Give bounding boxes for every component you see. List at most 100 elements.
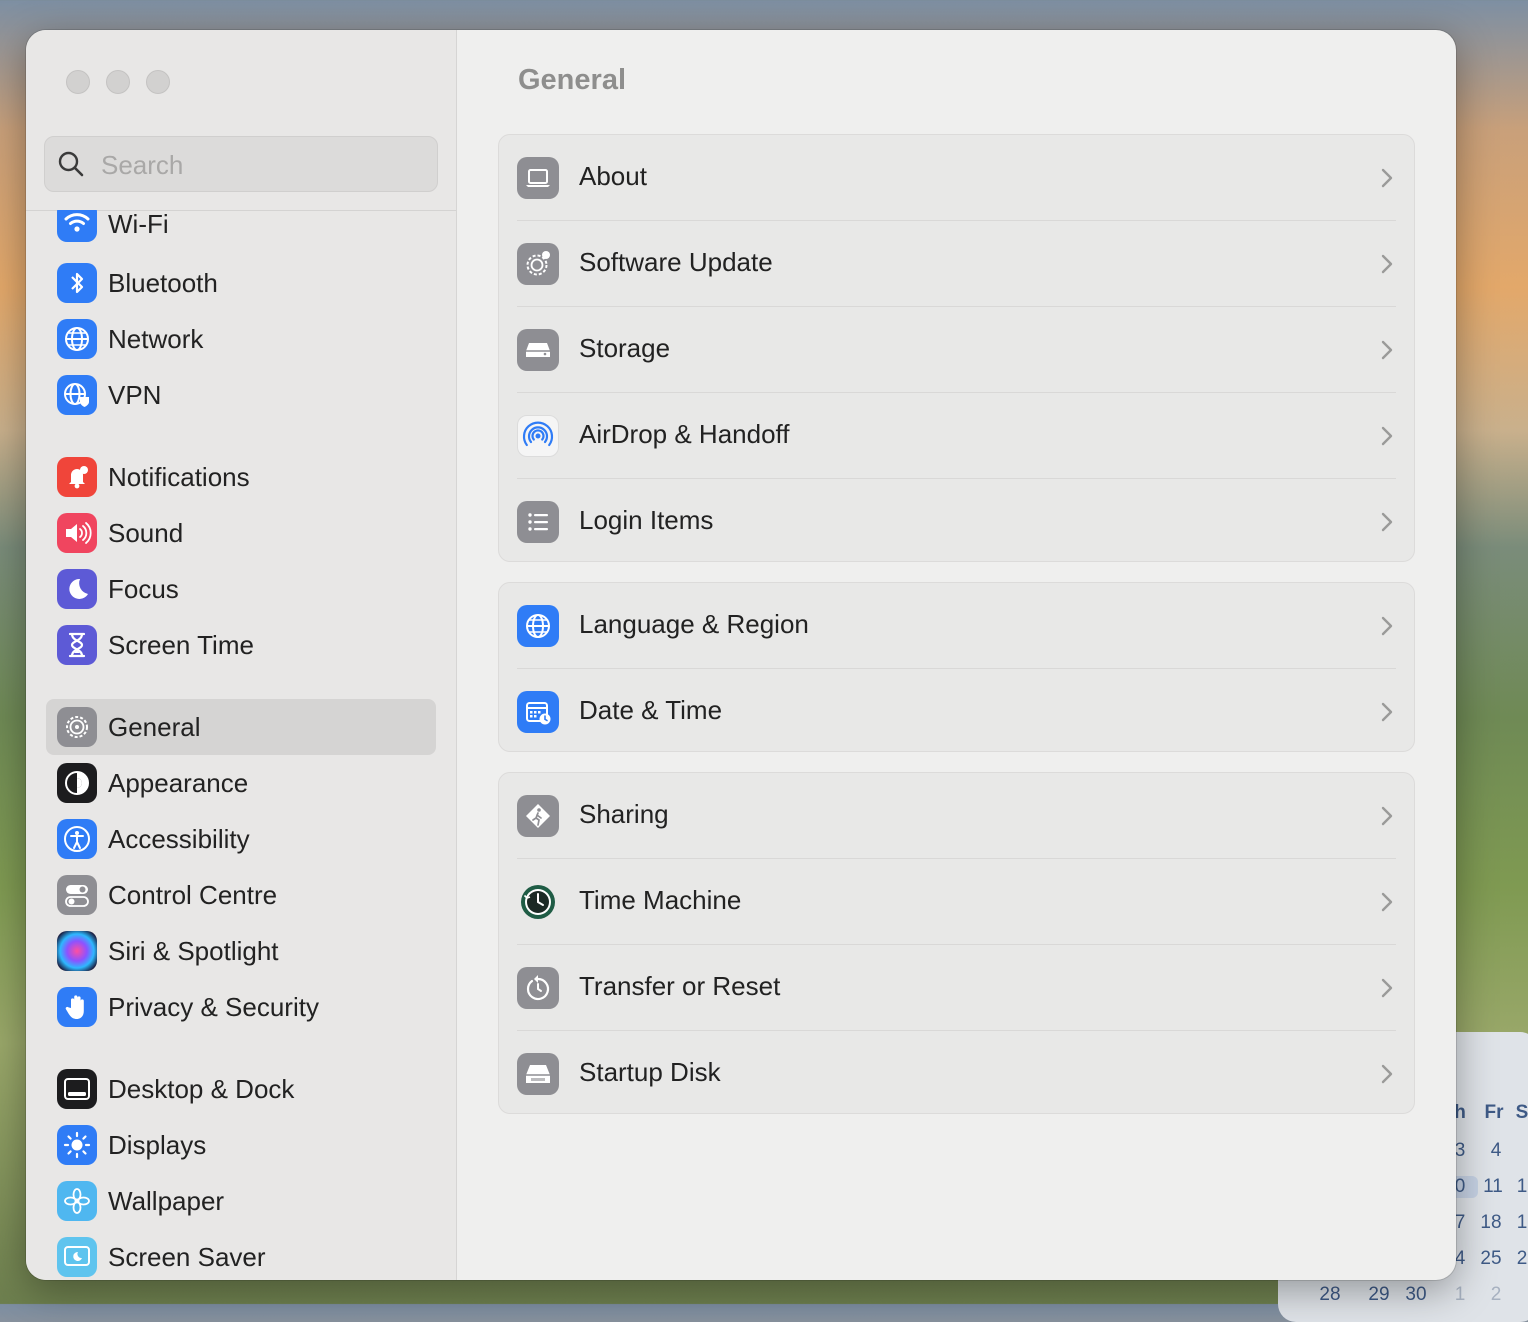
calendar-date: 2 — [1490, 1284, 1502, 1305]
minimize-button[interactable] — [106, 70, 130, 94]
sidebar-item-label: Privacy & Security — [108, 991, 319, 1022]
zoom-button[interactable] — [146, 70, 170, 94]
row-airdrop-handoff[interactable]: AirDrop & Handoff — [499, 393, 1414, 479]
sidebar-item-network[interactable]: Network — [46, 311, 436, 367]
chevron-right-icon — [1381, 254, 1393, 274]
hand-icon — [57, 987, 97, 1027]
row-transfer-reset[interactable]: Transfer or Reset — [499, 945, 1414, 1031]
sidebar: Wi-Fi Bluetooth Network VP — [26, 30, 457, 1280]
sidebar-item-label: Control Centre — [108, 879, 278, 910]
main-pane: General About Software Update Storage Ai… — [457, 30, 1456, 1280]
sidebar-item-notifications[interactable]: Notifications — [46, 449, 436, 505]
sun-icon — [57, 1125, 97, 1165]
row-startup-disk[interactable]: Startup Disk — [499, 1031, 1414, 1117]
globe-icon — [57, 319, 97, 359]
sidebar-item-label: Notifications — [108, 461, 250, 492]
flower-icon — [57, 1181, 97, 1221]
calendar-date: 1 — [1454, 1284, 1466, 1305]
gear-icon — [57, 707, 97, 747]
sidebar-item-vpn[interactable]: VPN — [46, 367, 436, 423]
close-button[interactable] — [66, 70, 90, 94]
row-label: About — [579, 161, 647, 191]
row-label: Storage — [579, 333, 671, 363]
sidebar-item-general[interactable]: General — [46, 699, 436, 755]
row-sharing[interactable]: Sharing — [499, 773, 1414, 859]
gear-badge-icon — [517, 243, 559, 285]
sidebar-item-screen-time[interactable]: Screen Time — [46, 617, 436, 673]
appearance-icon — [57, 763, 97, 803]
row-time-machine[interactable]: Time Machine — [499, 859, 1414, 945]
row-label: Language & Region — [579, 609, 809, 639]
sidebar-item-label: Desktop & Dock — [108, 1073, 295, 1104]
airdrop-icon — [517, 415, 559, 457]
settings-group-sharing-backup: Sharing Time Machine Transfer or Reset S… — [498, 772, 1415, 1114]
calendar-date: 1 — [1516, 1212, 1528, 1233]
row-label: Date & Time — [579, 695, 723, 725]
system-settings-window: Wi-Fi Bluetooth Network VP — [26, 30, 1456, 1280]
drive-icon — [517, 329, 559, 371]
chevron-right-icon — [1381, 892, 1393, 912]
sidebar-list[interactable]: Wi-Fi Bluetooth Network VPN Notification… — [26, 210, 456, 1280]
sidebar-item-bluetooth[interactable]: Bluetooth — [46, 255, 436, 311]
row-label: AirDrop & Handoff — [579, 419, 790, 449]
sidebar-item-label: Sound — [108, 517, 184, 548]
sidebar-item-label: Network — [108, 323, 204, 354]
calendar-date: 29 — [1368, 1284, 1390, 1305]
search-field[interactable] — [44, 136, 438, 192]
sidebar-item-siri-spotlight[interactable]: Siri & Spotlight — [46, 923, 436, 979]
sidebar-item-sound[interactable]: Sound — [46, 505, 436, 561]
siri-icon — [57, 931, 97, 971]
row-login-items[interactable]: Login Items — [499, 479, 1414, 565]
chevron-right-icon — [1381, 616, 1393, 636]
reset-icon — [517, 967, 559, 1009]
sidebar-item-label: VPN — [108, 379, 162, 410]
sidebar-item-wallpaper[interactable]: Wallpaper — [46, 1173, 436, 1229]
row-date-time[interactable]: Date & Time — [499, 669, 1414, 755]
hourglass-icon — [57, 625, 97, 665]
settings-group-system: About Software Update Storage AirDrop & … — [498, 134, 1415, 562]
row-storage[interactable]: Storage — [499, 307, 1414, 393]
search-input[interactable] — [99, 145, 423, 185]
chevron-right-icon — [1381, 512, 1393, 532]
row-about[interactable]: About — [499, 135, 1414, 221]
chevron-right-icon — [1381, 806, 1393, 826]
sidebar-item-appearance[interactable]: Appearance — [46, 755, 436, 811]
row-label: Login Items — [579, 505, 714, 535]
row-label: Transfer or Reset — [579, 971, 781, 1001]
calendar-clock-icon — [517, 691, 559, 733]
sidebar-item-displays[interactable]: Displays — [46, 1117, 436, 1173]
bluetooth-icon — [57, 263, 97, 303]
moon-icon — [57, 569, 97, 609]
row-software-update[interactable]: Software Update — [499, 221, 1414, 307]
sidebar-item-control-centre[interactable]: Control Centre — [46, 867, 436, 923]
sidebar-item-label: Wi-Fi — [108, 210, 169, 239]
sidebar-item-label: Accessibility — [108, 823, 250, 854]
chevron-right-icon — [1381, 340, 1393, 360]
accessibility-icon — [57, 819, 97, 859]
row-label: Software Update — [579, 247, 773, 277]
laptop-icon — [517, 157, 559, 199]
sidebar-item-wifi[interactable]: Wi-Fi — [46, 210, 436, 244]
sidebar-item-screen-saver[interactable]: Screen Saver — [46, 1229, 436, 1280]
vpn-globe-icon — [57, 375, 97, 415]
sidebar-item-label: General — [108, 711, 201, 742]
window-controls — [66, 70, 170, 94]
screen-saver-icon — [57, 1237, 97, 1277]
row-label: Sharing — [579, 799, 669, 829]
row-language-region[interactable]: Language & Region — [499, 583, 1414, 669]
sidebar-item-privacy-security[interactable]: Privacy & Security — [46, 979, 436, 1035]
sharing-icon — [517, 795, 559, 837]
list-icon — [517, 501, 559, 543]
search-icon — [58, 151, 84, 177]
sidebar-item-label: Siri & Spotlight — [108, 935, 279, 966]
chevron-right-icon — [1381, 978, 1393, 998]
speaker-icon — [57, 513, 97, 553]
globe-icon — [517, 605, 559, 647]
sidebar-item-accessibility[interactable]: Accessibility — [46, 811, 436, 867]
settings-group-locale: Language & Region Date & Time — [498, 582, 1415, 752]
sidebar-item-focus[interactable]: Focus — [46, 561, 436, 617]
sidebar-item-label: Screen Saver — [108, 1241, 266, 1272]
sidebar-item-desktop-dock[interactable]: Desktop & Dock — [46, 1061, 436, 1117]
calendar-date: 28 — [1319, 1284, 1341, 1305]
calendar-date: 30 — [1405, 1284, 1427, 1305]
